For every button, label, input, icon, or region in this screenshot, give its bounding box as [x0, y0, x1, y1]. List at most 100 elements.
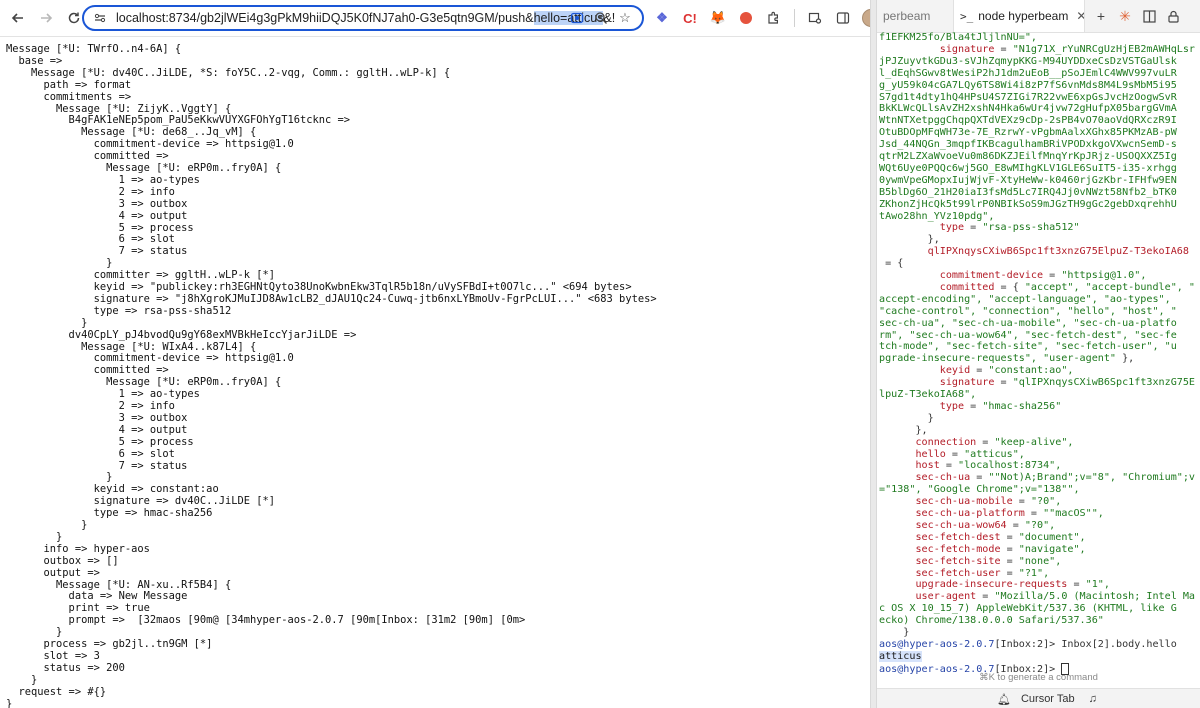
- terminal-line: },: [879, 234, 940, 246]
- terminal-text: sec-fetch-site: [879, 555, 1001, 567]
- terminal-text: upgrade-insecure-requests: [879, 579, 1068, 591]
- terminal-text: "qlIPXnqysCXiwB6Spc1ft3xnzG75E: [1012, 377, 1196, 389]
- terminal-line: = {: [879, 258, 903, 270]
- terminal-line: l_dEqhSGwv8tWesiP2hJ1dm2uEoB__pSoJEmlC4W…: [879, 68, 1177, 80]
- terminal-line: commitment-device = "httpsig@1.0",: [879, 270, 1147, 282]
- terminal-line: tch-mode", "sec-fetch-site", "sec-fetch-…: [879, 341, 1177, 353]
- browser-toolbar: localhost:8734/gb2jlWEi4g3gPkM9hiiDQJ5K0…: [0, 0, 870, 37]
- terminal-text: tch-mode", "sec-fetch-site", "sec-fetch-…: [879, 341, 1177, 353]
- ai-sparkle-icon[interactable]: ✳: [1115, 6, 1135, 26]
- extension-icon[interactable]: [734, 6, 758, 30]
- pane-divider[interactable]: [870, 0, 877, 708]
- forward-button[interactable]: [34, 6, 58, 30]
- terminal-text: atticus: [879, 650, 922, 662]
- terminal-text: =: [945, 448, 965, 460]
- terminal-line: accept-encoding", "accept-language", "ao…: [879, 294, 1171, 306]
- terminal-text: "keep-alive",: [994, 436, 1074, 448]
- terminal-text: S7gd1t4dty1hQ4HPsU4S7ZIGi7R22vwE6xpGsJvc…: [879, 91, 1177, 103]
- tab-label: node hyperbeam: [978, 9, 1069, 23]
- profile-avatar[interactable]: [859, 6, 870, 30]
- editor-window: perbeam >_ node hyperbeam ✕ + ✳ f1EFKM25…: [877, 0, 1200, 708]
- terminal-text: "?1",: [1018, 567, 1050, 579]
- reload-icon: [68, 12, 80, 24]
- terminal-text: f1EFKM25fo/Bla4tJljlnNU=",: [879, 32, 1038, 43]
- terminal-output[interactable]: f1EFKM25fo/Bla4tJljlnNU=", signature = "…: [877, 32, 1200, 682]
- back-button[interactable]: [6, 6, 30, 30]
- content-line: base =>: [6, 54, 63, 67]
- terminal-line: committed = { "accept", "accept-bundle",…: [879, 282, 1195, 294]
- tab-previous[interactable]: perbeam: [877, 0, 953, 32]
- terminal-text: hello: [879, 448, 946, 460]
- terminal-text: "accept", "accept-bundle", ": [1024, 281, 1196, 293]
- toolbar-divider: [794, 9, 795, 27]
- terminal-text: sec-ch-ua", "sec-ch-ua-mobile", "sec-ch-…: [879, 317, 1177, 329]
- terminal-text: tAwo28hn_YVz10pdg",: [879, 210, 995, 222]
- terminal-line: hello = "atticus",: [879, 448, 1024, 461]
- content-line: request => #{}: [6, 685, 107, 698]
- cursor-tab-label: Cursor Tab: [1020, 693, 1075, 705]
- address-bar[interactable]: localhost:8734/gb2jlWEi4g3gPkM9hiiDQJ5K0…: [82, 5, 644, 31]
- content-line: }: [6, 530, 63, 543]
- terminal-text: sec-ch-ua-mobile: [879, 496, 1013, 508]
- terminal-text: ""Not)A;Brand";v="8", "Chromium";v: [988, 472, 1196, 484]
- terminal-text: =: [1024, 508, 1044, 519]
- terminal-text: Jsd_44NQGn_3mqpfIKBcagulhamBRiVPODxkgoVX…: [879, 139, 1177, 151]
- metamask-icon[interactable]: 🦊: [706, 6, 730, 30]
- url-text[interactable]: localhost:8734/gb2jlWEi4g3gPkM9hiiDQJ5K0…: [116, 11, 615, 25]
- terminal-text: connection: [879, 436, 977, 448]
- terminal-text: },: [879, 424, 928, 436]
- content-line: commitments =>: [6, 90, 132, 103]
- terminal-line: WQt6Uye0PQQc6wj5GO_E8wMIhgKLV1GLE6SuIT5-…: [879, 163, 1177, 175]
- content-line: }: [6, 697, 13, 708]
- tab-node-hyperbeam[interactable]: >_ node hyperbeam ✕: [953, 0, 1085, 32]
- terminal-line: },: [879, 424, 928, 437]
- extensions-puzzle-icon[interactable]: [762, 6, 786, 30]
- content-line: outbox => []: [6, 554, 119, 567]
- extension-icon[interactable]: C!: [678, 6, 702, 30]
- terminal-text: jPJZuyvtkGDu3-sVJhZqmypKKG-M94UYDDxeCsDz…: [879, 55, 1177, 67]
- terminal-text: accept-encoding", "accept-language", "ao…: [879, 293, 1171, 305]
- content-line: 3 => outbox: [6, 411, 188, 424]
- notifications-icon[interactable]: ♫: [1089, 693, 1097, 705]
- lens-icon[interactable]: [568, 9, 586, 27]
- terminal-text: = {: [879, 258, 904, 270]
- bookmark-star-icon[interactable]: ☆: [616, 9, 634, 27]
- terminal-text: =: [970, 365, 989, 377]
- terminal-line: ="138", "Google Chrome";v="138"",: [879, 484, 1080, 496]
- site-info-icon[interactable]: [90, 8, 110, 28]
- terminal-line: tAwo28hn_YVz10pdg",: [879, 211, 994, 223]
- content-line: 6 => slot: [6, 447, 175, 460]
- zoom-icon[interactable]: [592, 9, 610, 27]
- lock-icon[interactable]: [1163, 6, 1183, 26]
- terminal-line: aos@hyper-aos-2.0.7[Inbox:2]> Inbox[2].b…: [879, 639, 1177, 651]
- terminal-text: "rsa-pss-sha512": [982, 222, 1080, 234]
- cursor-tab-status[interactable]: Cursor Tab: [1021, 693, 1075, 705]
- terminal-line: Jsd_44NQGn_3mqpfIKBcagulhamBRiVPODxkgoVX…: [879, 139, 1177, 151]
- terminal-text: "cache-control", "connection", "hello", …: [879, 305, 1177, 317]
- terminal-text: =: [1000, 555, 1019, 567]
- terminal-line: qtrM2LZXaWvoeVu0m86DKZJEilfMnqYrKpJRjz-U…: [879, 151, 1177, 163]
- status-bell-icon[interactable]: 🔔︎: [997, 693, 1011, 706]
- terminal-text: g_yU59k04cGA7LQy6TS8Wi4i8zP7fS6vnMds8M4L…: [879, 79, 1177, 91]
- new-terminal-icon[interactable]: +: [1091, 6, 1111, 26]
- terminal-text: type: [879, 400, 965, 412]
- close-icon[interactable]: ✕: [1076, 9, 1084, 23]
- content-line: path => format: [6, 78, 132, 91]
- arrow-left-icon: [11, 13, 23, 23]
- terminal-text: qlIPXnqysCXiwB6Spc1ft3xnzG75ElpuZ-T3ekoI…: [879, 246, 1189, 258]
- terminal-text: 0ywmVpeGMopxIujWjvF-XtyHeWw-k0460rjGzKbr…: [879, 174, 1177, 186]
- reading-list-icon[interactable]: [803, 6, 827, 30]
- extension-icon[interactable]: ❖: [650, 6, 674, 30]
- terminal-text: =: [1000, 567, 1019, 579]
- terminal-text: sec-ch-ua: [879, 472, 971, 484]
- split-icon[interactable]: [1139, 6, 1159, 26]
- terminal-line: lpuZ-T3ekoIA68",: [879, 389, 976, 401]
- terminal-text: type: [879, 222, 965, 234]
- terminal-text: "N1g71X_rYuNRCgUzHjEB2mAWHqLsr: [1012, 43, 1196, 55]
- terminal-text: "constant:ao",: [988, 365, 1074, 377]
- terminal-text: l_dEqhSGwv8tWesiP2hJ1dm2uEoB__pSoJEmlC4W…: [879, 67, 1177, 79]
- url-prefix: localhost:8734/gb2jlWEi4g3gPkM9hiiDQJ5K0…: [116, 11, 534, 25]
- terminal-text: keyid: [879, 365, 971, 377]
- side-panel-icon[interactable]: [831, 6, 855, 30]
- terminal-line: type = "hmac-sha256": [879, 400, 1062, 413]
